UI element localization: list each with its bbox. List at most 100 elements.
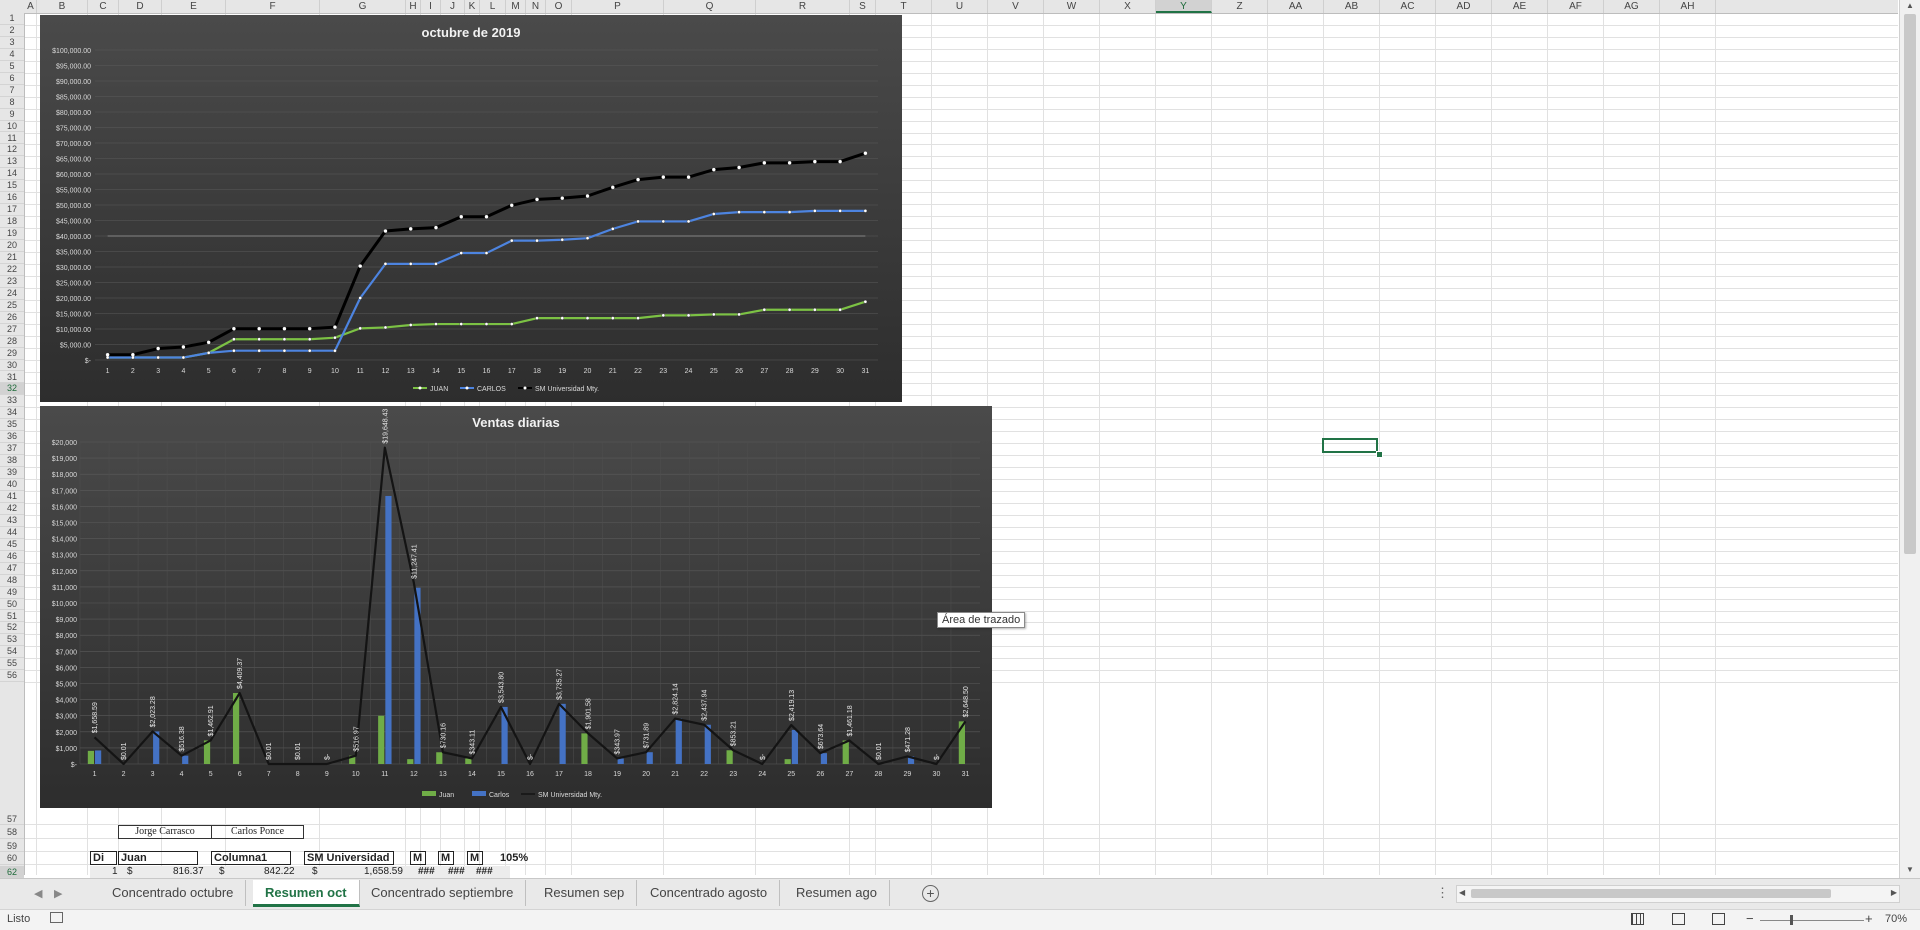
column-header-ad[interactable]: AD [1436, 0, 1492, 13]
sheet-tab-resumen-oct[interactable]: Resumen oct [253, 880, 360, 907]
column-header-w[interactable]: W [1044, 0, 1100, 13]
table-header-columna1[interactable]: Columna1 [211, 851, 291, 865]
row-header-48[interactable]: 48 [0, 575, 24, 587]
vertical-scroll-thumb[interactable] [1904, 14, 1916, 554]
zoom-slider[interactable] [1760, 920, 1864, 921]
column-header-v[interactable]: V [988, 0, 1044, 13]
table-header-juan[interactable]: Juan [118, 851, 198, 865]
scroll-up-arrow-icon[interactable]: ▲ [1900, 1, 1920, 10]
table-row-1[interactable]: 1 $ 816.37 $ 842.22 $ 1,658.59 ### ### #… [90, 866, 510, 878]
row-header-4[interactable]: 4 [0, 49, 24, 61]
row-header-22[interactable]: 22 [0, 264, 24, 276]
row-header-3[interactable]: 3 [0, 37, 24, 49]
column-header-a[interactable]: A [25, 0, 37, 13]
row-header-40[interactable]: 40 [0, 479, 24, 491]
tab-options-dots-icon[interactable]: ⋮ [1436, 885, 1449, 901]
row-header-62[interactable]: 62 [0, 866, 24, 878]
row-header-24[interactable]: 24 [0, 288, 24, 300]
column-header-i[interactable]: I [421, 0, 441, 13]
row-header-46[interactable]: 46 [0, 551, 24, 563]
row-header-54[interactable]: 54 [0, 646, 24, 658]
active-cell-y32[interactable] [1322, 438, 1378, 453]
row-header-12[interactable]: 12 [0, 144, 24, 156]
row-header-60[interactable]: 60 [0, 852, 24, 865]
scroll-down-arrow-icon[interactable]: ▼ [1900, 865, 1920, 874]
row-header-20[interactable]: 20 [0, 240, 24, 252]
column-header-af[interactable]: AF [1548, 0, 1604, 13]
page-layout-view-icon[interactable] [1672, 913, 1685, 925]
row-header-7[interactable]: 7 [0, 85, 24, 97]
zoom-out-button[interactable]: − [1746, 911, 1754, 926]
row-header-39[interactable]: 39 [0, 467, 24, 479]
macro-record-icon[interactable] [50, 912, 63, 923]
row-header-53[interactable]: 53 [0, 634, 24, 646]
column-header-f[interactable]: F [226, 0, 320, 13]
row-header-19[interactable]: 19 [0, 228, 24, 240]
column-header-z[interactable]: Z [1212, 0, 1268, 13]
row-header-41[interactable]: 41 [0, 491, 24, 503]
name-cell-jorge[interactable]: Jorge Carrasco [118, 825, 212, 839]
column-header-j[interactable]: J [441, 0, 465, 13]
row-header-2[interactable]: 2 [0, 25, 24, 37]
column-header-p[interactable]: P [572, 0, 664, 13]
row-header-15[interactable]: 15 [0, 180, 24, 192]
zoom-in-button[interactable]: + [1865, 911, 1873, 926]
column-header-ae[interactable]: AE [1492, 0, 1548, 13]
row-header-33[interactable]: 33 [0, 395, 24, 407]
horizontal-scroll-thumb[interactable] [1471, 889, 1831, 898]
row-header-32[interactable]: 32 [0, 383, 24, 395]
row-header-37[interactable]: 37 [0, 443, 24, 455]
row-header-43[interactable]: 43 [0, 515, 24, 527]
row-header-5[interactable]: 5 [0, 61, 24, 73]
column-header-n[interactable]: N [526, 0, 546, 13]
column-header-ag[interactable]: AG [1604, 0, 1660, 13]
row-header-36[interactable]: 36 [0, 431, 24, 443]
column-header-y[interactable]: Y [1156, 0, 1212, 13]
row-header-47[interactable]: 47 [0, 563, 24, 575]
row-header-6[interactable]: 6 [0, 73, 24, 85]
row-header-45[interactable]: 45 [0, 539, 24, 551]
table-header-m1[interactable]: M [410, 851, 426, 865]
scroll-left-arrow-icon[interactable]: ◀ [1459, 888, 1465, 897]
row-header-17[interactable]: 17 [0, 204, 24, 216]
tab-scroll-left-icon[interactable]: ◀ [34, 887, 42, 900]
zoom-slider-thumb[interactable] [1790, 915, 1793, 925]
row-header-38[interactable]: 38 [0, 455, 24, 467]
column-header-d[interactable]: D [119, 0, 162, 13]
normal-view-icon[interactable] [1631, 913, 1644, 925]
column-header-r[interactable]: R [756, 0, 850, 13]
column-header-ac[interactable]: AC [1380, 0, 1436, 13]
row-header-42[interactable]: 42 [0, 503, 24, 515]
row-header-10[interactable]: 10 [0, 121, 24, 133]
table-header-sm-universidad[interactable]: SM Universidad [304, 851, 394, 865]
name-cell-carlos[interactable]: Carlos Ponce [211, 825, 304, 839]
column-header-o[interactable]: O [546, 0, 572, 13]
column-header-k[interactable]: K [465, 0, 480, 13]
zoom-level[interactable]: 70% [1885, 913, 1907, 925]
row-header-26[interactable]: 26 [0, 312, 24, 324]
scroll-right-arrow-icon[interactable]: ▶ [1891, 888, 1897, 897]
page-break-view-icon[interactable] [1712, 913, 1725, 925]
row-header-27[interactable]: 27 [0, 324, 24, 336]
daily-sales-chart[interactable]: Ventas diarias$20,000$19,000$18,000$17,0… [40, 406, 992, 808]
row-header-14[interactable]: 14 [0, 168, 24, 180]
column-header-ah[interactable]: AH [1660, 0, 1716, 13]
column-header-h[interactable]: H [406, 0, 421, 13]
column-header-e[interactable]: E [162, 0, 226, 13]
table-header-dia[interactable]: Di [90, 851, 117, 865]
row-header-30[interactable]: 30 [0, 360, 24, 372]
column-header-l[interactable]: L [480, 0, 506, 13]
tab-scroll-right-icon[interactable]: ▶ [54, 887, 62, 900]
column-header-q[interactable]: Q [664, 0, 756, 13]
row-header-55[interactable]: 55 [0, 658, 24, 670]
row-header-35[interactable]: 35 [0, 419, 24, 431]
horizontal-scrollbar[interactable]: ◀ ▶ [1456, 885, 1900, 903]
row-header-21[interactable]: 21 [0, 252, 24, 264]
row-header-34[interactable]: 34 [0, 407, 24, 419]
row-header-51[interactable]: 51 [0, 611, 24, 623]
column-header-b[interactable]: B [37, 0, 88, 13]
row-header-23[interactable]: 23 [0, 276, 24, 288]
row-header-59[interactable]: 59 [0, 840, 24, 852]
row-header-44[interactable]: 44 [0, 527, 24, 539]
row-header-31[interactable]: 31 [0, 372, 24, 384]
